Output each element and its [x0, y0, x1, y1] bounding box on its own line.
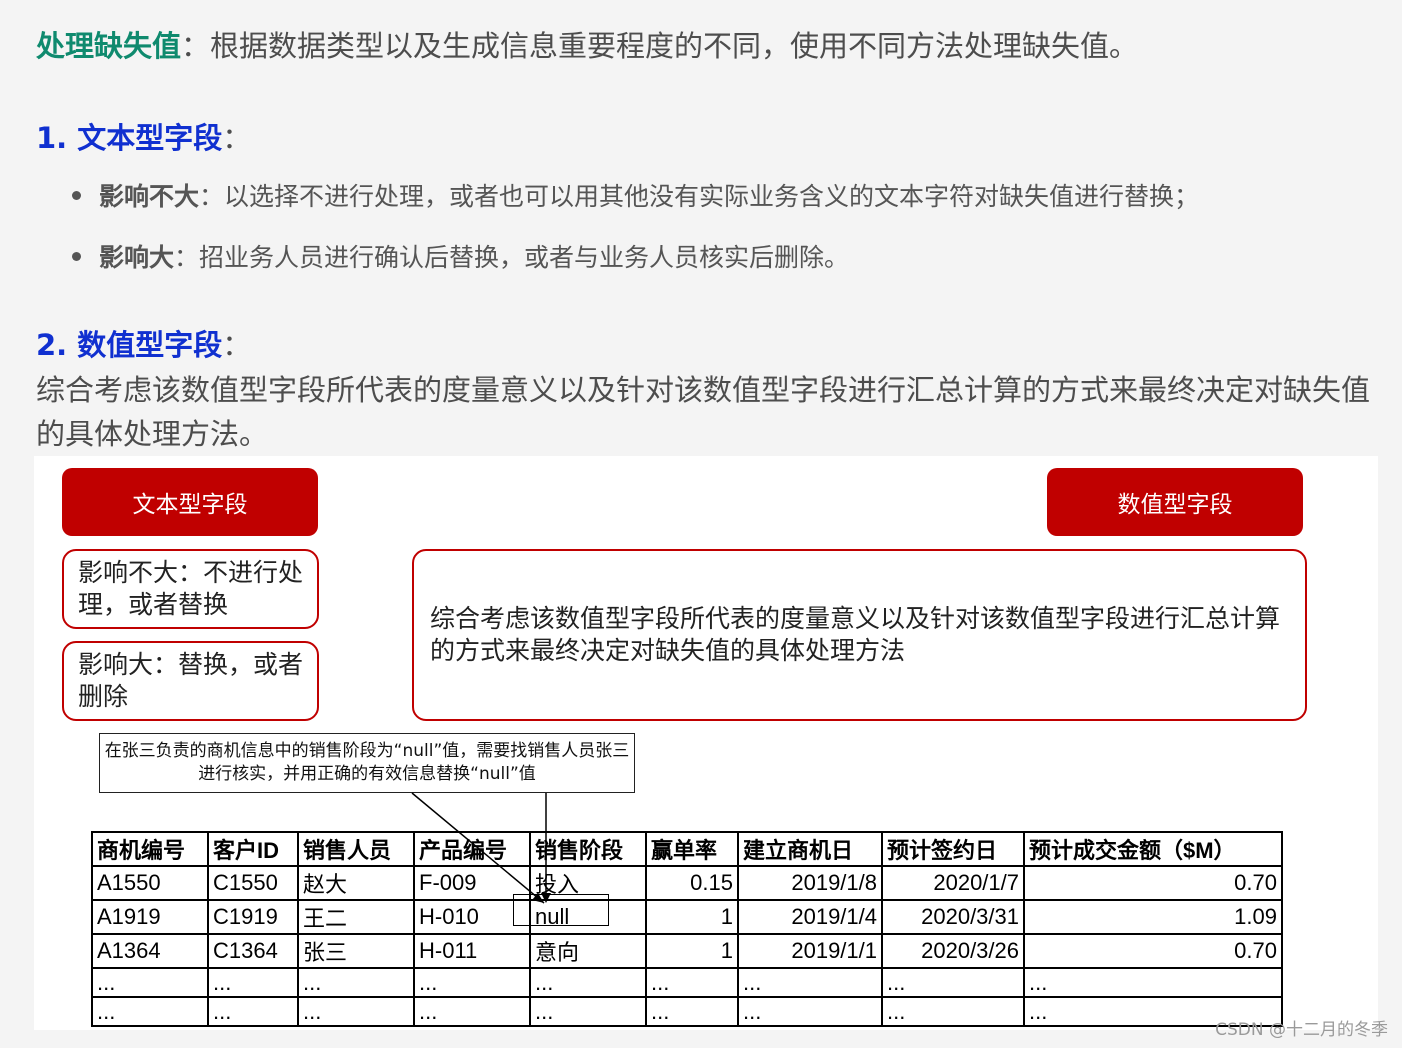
section-1-colon: ： — [222, 121, 252, 155]
table-cell: 意向 — [529, 933, 647, 969]
table-row: A1550 C1550 赵大 F-009 投入 0.15 2019/1/8 20… — [91, 865, 1283, 901]
section-1-heading: 1. 文本型字段： — [36, 118, 251, 158]
section-2-heading: 2. 数值型字段： — [36, 325, 251, 365]
table-cell: ... — [413, 996, 531, 1027]
section-2-text: 综合考虑该数值型字段所代表的度量意义以及针对该数值型字段进行汇总计算的方式来最终… — [36, 373, 1371, 451]
table-header: 建立商机日 — [737, 831, 883, 867]
table-cell: H-011 — [413, 933, 531, 969]
table-row: A1364 C1364 张三 H-011 意向 1 2019/1/1 2020/… — [91, 933, 1283, 969]
table-cell: 0.70 — [1023, 933, 1283, 969]
table-cell: 1.09 — [1023, 899, 1283, 935]
bullet-label: 影响不大 — [99, 182, 200, 211]
table-row: ... ... ... ... ... ... ... ... ... — [91, 967, 1283, 998]
watermark: CSDN @十二月的冬季 — [1215, 1020, 1388, 1040]
table-cell: 2020/1/7 — [881, 865, 1025, 901]
table-cell: 0.15 — [645, 865, 739, 901]
table-cell: ... — [737, 996, 883, 1027]
table-row: ... ... ... ... ... ... ... ... ... — [91, 996, 1283, 1027]
table-cell: 1 — [645, 899, 739, 935]
table-cell: C1919 — [207, 899, 299, 935]
table-cell: ... — [413, 967, 531, 998]
table-cell: ... — [737, 967, 883, 998]
bullet-text: ：招业务人员进行确认后替换，或者与业务人员核实后删除。 — [174, 243, 850, 272]
table-cell: 2020/3/31 — [881, 899, 1025, 935]
null-highlight-box — [513, 894, 609, 926]
bullet-dot-icon — [72, 251, 81, 261]
table-header: 商机编号 — [91, 831, 209, 867]
intro-keyword: 处理缺失值 — [36, 29, 182, 63]
table-cell: 1 — [645, 933, 739, 969]
table-header: 销售人员 — [297, 831, 415, 867]
table-header: 预计成交金额（$M） — [1023, 831, 1283, 867]
intro-line: 处理缺失值：根据数据类型以及生成信息重要程度的不同，使用不同方法处理缺失值。 — [36, 26, 1138, 66]
table-cell: ... — [297, 967, 415, 998]
bullet-item: 影响大：招业务人员进行确认后替换，或者与业务人员核实后删除。 — [72, 241, 849, 275]
section-2-colon: ： — [222, 328, 252, 362]
table-cell: ... — [297, 996, 415, 1027]
table-cell: C1364 — [207, 933, 299, 969]
table-cell: ... — [529, 996, 647, 1027]
bullet-text: ：以选择不进行处理，或者也可以用其他没有实际业务含义的文本字符对缺失值进行替换； — [199, 182, 1200, 211]
table-cell: ... — [207, 967, 299, 998]
table-cell: ... — [881, 996, 1025, 1027]
table-cell: 张三 — [297, 933, 415, 969]
bullet-label: 影响大 — [99, 243, 175, 272]
bullet-item: 影响不大：以选择不进行处理，或者也可以用其他没有实际业务含义的文本字符对缺失值进… — [72, 180, 1199, 214]
table-cell: ... — [881, 967, 1025, 998]
table-cell: 2019/1/1 — [737, 933, 883, 969]
table-header: 客户ID — [207, 831, 299, 867]
table-header: 预计签约日 — [881, 831, 1025, 867]
table-cell: ... — [529, 967, 647, 998]
table-header: 销售阶段 — [529, 831, 647, 867]
opportunity-table: 商机编号 客户ID 销售人员 产品编号 销售阶段 赢单率 建立商机日 预计签约日… — [91, 831, 1283, 1027]
table-cell: ... — [645, 996, 739, 1027]
table-cell: C1550 — [207, 865, 299, 901]
table-cell: ... — [1023, 967, 1283, 998]
table-cell: ... — [91, 996, 209, 1027]
table-cell: 王二 — [297, 899, 415, 935]
table-cell: A1364 — [91, 933, 209, 969]
table-row: A1919 C1919 王二 H-010 null 1 2019/1/4 202… — [91, 899, 1283, 935]
table-cell: 2019/1/4 — [737, 899, 883, 935]
table-header: 赢单率 — [645, 831, 739, 867]
figure-image: 文本型字段 数值型字段 影响不大：不进行处理，或者替换 影响大：替换，或者删除 … — [34, 456, 1378, 1030]
table-header-row: 商机编号 客户ID 销售人员 产品编号 销售阶段 赢单率 建立商机日 预计签约日… — [91, 831, 1283, 867]
bullet-dot-icon — [72, 190, 81, 200]
table-cell: 2020/3/26 — [881, 933, 1025, 969]
table-cell: 赵大 — [297, 865, 415, 901]
table-cell: ... — [645, 967, 739, 998]
section-1-title: 1. 文本型字段 — [36, 121, 223, 155]
table-cell: 2019/1/8 — [737, 865, 883, 901]
table-cell: ... — [207, 996, 299, 1027]
table-cell: 0.70 — [1023, 865, 1283, 901]
intro-text: ：根据数据类型以及生成信息重要程度的不同，使用不同方法处理缺失值。 — [181, 29, 1139, 63]
table-cell: A1550 — [91, 865, 209, 901]
table-header: 产品编号 — [413, 831, 531, 867]
table-cell: A1919 — [91, 899, 209, 935]
table-cell: ... — [91, 967, 209, 998]
section-2-title: 2. 数值型字段 — [36, 328, 223, 362]
